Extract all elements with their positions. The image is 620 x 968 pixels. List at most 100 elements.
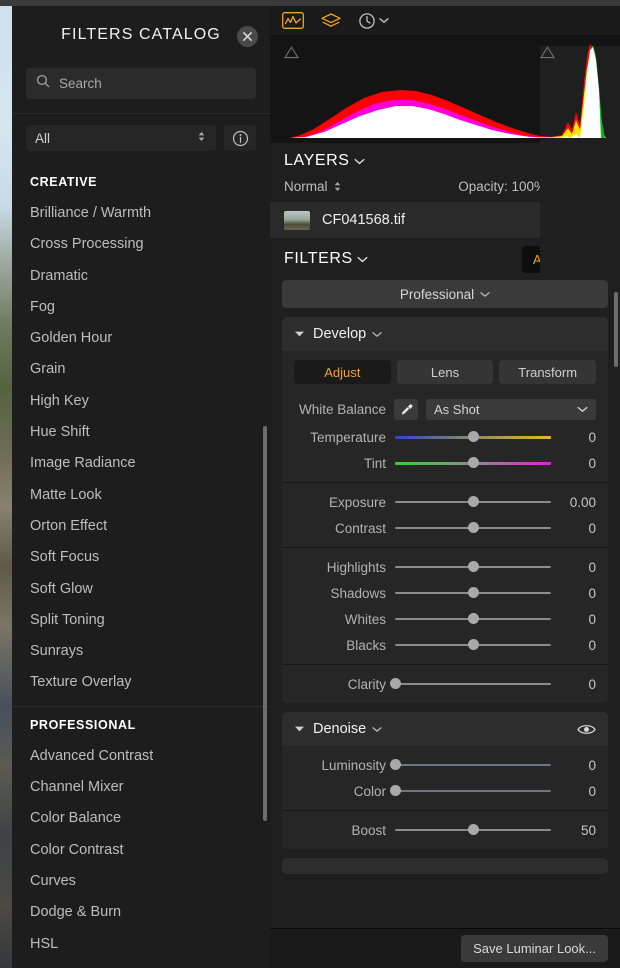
filter-item[interactable]: Split Toning <box>12 605 270 636</box>
chevron-down-icon[interactable] <box>354 152 365 170</box>
histogram-icon[interactable] <box>282 12 304 29</box>
histogram-graph <box>290 44 606 138</box>
layers-icon[interactable] <box>320 12 342 30</box>
chevron-down-icon[interactable] <box>357 250 368 268</box>
filter-item[interactable]: HSL <box>12 929 270 960</box>
history-clock-icon[interactable] <box>358 12 389 30</box>
white-balance-select[interactable]: As Shot <box>426 398 596 420</box>
filter-item[interactable]: Sunrays <box>12 636 270 667</box>
info-icon[interactable] <box>224 125 256 151</box>
filters-list[interactable]: CREATIVE Brilliance / Warmth Cross Proce… <box>12 166 270 968</box>
filter-item[interactable]: Matte Look <box>12 480 270 511</box>
chevron-updown-icon <box>334 182 340 191</box>
slider-value: 0 <box>588 559 596 575</box>
whites-slider[interactable] <box>395 612 551 626</box>
tab-transform[interactable]: Transform <box>499 360 597 384</box>
exposure-slider[interactable] <box>395 495 551 509</box>
contrast-slider[interactable] <box>395 521 551 535</box>
filter-item[interactable]: Dramatic <box>12 261 270 292</box>
slider-row-tint: Tint 0 <box>282 450 608 476</box>
triangle-collapse-icon[interactable] <box>294 720 305 738</box>
slider-value: 0 <box>588 783 596 799</box>
save-luminar-look-button[interactable]: Save Luminar Look... <box>461 935 608 962</box>
search-input[interactable] <box>59 76 246 91</box>
catalog-scrollbar[interactable] <box>263 426 267 821</box>
filter-item[interactable]: Curves <box>12 866 270 897</box>
layer-thumbnail <box>284 210 310 230</box>
tone-group: Exposure 0.00 Contrast 0 <box>282 482 608 547</box>
color-noise-slider[interactable] <box>389 784 551 798</box>
filter-item[interactable]: Image Radiance <box>12 448 270 479</box>
filters-title: FILTERS <box>284 250 353 267</box>
shadows-slider[interactable] <box>395 586 551 600</box>
filter-item[interactable]: Soft Glow <box>12 574 270 605</box>
white-balance-group: White Balance As Shot Temperature 0 Tint… <box>282 388 608 482</box>
slider-row-clarity: Clarity 0 <box>282 671 608 697</box>
boost-slider[interactable] <box>395 823 551 837</box>
filters-catalog-panel: FILTERS CATALOG All <box>12 6 270 968</box>
category-filter-row: All <box>12 114 270 151</box>
close-icon[interactable] <box>237 26 258 47</box>
develop-tabs: Adjust Lens Transform <box>282 351 608 388</box>
sidebar-bottom-bar: Save Luminar Look... <box>270 928 620 968</box>
filter-item[interactable]: Channel Mixer <box>12 772 270 803</box>
temperature-slider[interactable] <box>395 430 551 444</box>
filter-item[interactable]: Color Contrast <box>12 835 270 866</box>
slider-value: 0 <box>588 585 596 601</box>
luminosity-slider[interactable] <box>389 758 551 772</box>
filter-item[interactable]: Cross Processing <box>12 229 270 260</box>
eyedropper-icon[interactable] <box>394 398 418 420</box>
slider-label: Tint <box>363 455 386 471</box>
search-box[interactable] <box>26 68 256 99</box>
filter-item[interactable]: Golden Hour <box>12 323 270 354</box>
filter-item[interactable]: Orton Effect <box>12 511 270 542</box>
next-filter-card-partial[interactable] <box>282 858 608 874</box>
group-header-professional: PROFESSIONAL <box>30 717 136 732</box>
preset-value: Professional <box>399 286 475 302</box>
blacks-slider[interactable] <box>395 638 551 652</box>
chevron-down-icon[interactable] <box>372 720 382 738</box>
editor-canvas-photo <box>0 6 12 968</box>
tab-adjust[interactable]: Adjust <box>294 360 391 384</box>
slider-label: Shadows <box>330 585 386 601</box>
filter-item[interactable]: Fog <box>12 292 270 323</box>
denoise-card-header[interactable]: Denoise <box>282 712 608 746</box>
highlights-slider[interactable] <box>395 560 551 574</box>
triangle-collapse-icon[interactable] <box>294 325 305 343</box>
filter-item[interactable]: Advanced Contrast <box>12 741 270 772</box>
develop-card-header[interactable]: Develop <box>282 317 608 351</box>
filters-scroll-area[interactable]: Professional Develop Adjust Lens Transfo… <box>270 280 620 912</box>
histogram-panel[interactable] <box>270 36 620 968</box>
page-title: FILTERS CATALOG <box>61 26 221 43</box>
slider-label: Highlights <box>326 559 386 575</box>
filter-item[interactable]: Grain <box>12 354 270 385</box>
slider-label: Exposure <box>328 494 386 510</box>
chevron-updown-icon <box>196 129 207 147</box>
filter-item[interactable]: Brilliance / Warmth <box>12 198 270 229</box>
category-select[interactable]: All <box>26 125 216 151</box>
develop-label: Develop <box>313 326 367 342</box>
filter-item[interactable]: Color Balance <box>12 803 270 834</box>
filter-item[interactable]: Soft Focus <box>12 542 270 573</box>
sidebar-scrollbar[interactable] <box>614 292 618 367</box>
luminar-window: FILTERS CATALOG All <box>0 0 620 968</box>
eye-icon[interactable] <box>577 723 596 736</box>
slider-row-highlights: Highlights 0 <box>282 554 608 580</box>
white-balance-label: White Balance <box>298 401 386 417</box>
group-header-creative: CREATIVE <box>30 175 98 189</box>
sidebar-toolbar <box>270 6 620 36</box>
divider <box>12 705 270 707</box>
tint-slider[interactable] <box>395 456 551 470</box>
filter-item[interactable]: Hue Shift <box>12 417 270 448</box>
chevron-down-icon[interactable] <box>372 325 382 343</box>
clarity-slider[interactable] <box>389 677 551 691</box>
clarity-group: Clarity 0 <box>282 664 608 703</box>
layer-name: CF041568.tif <box>322 212 406 228</box>
tab-lens[interactable]: Lens <box>396 360 494 384</box>
preset-select[interactable]: Professional <box>282 280 608 308</box>
filter-item[interactable]: High Key <box>12 386 270 417</box>
blend-mode-select[interactable]: Normal <box>284 179 342 194</box>
filter-item[interactable]: Dodge & Burn <box>12 897 270 928</box>
filter-item[interactable]: Texture Overlay <box>12 667 270 698</box>
search-section <box>12 64 270 99</box>
